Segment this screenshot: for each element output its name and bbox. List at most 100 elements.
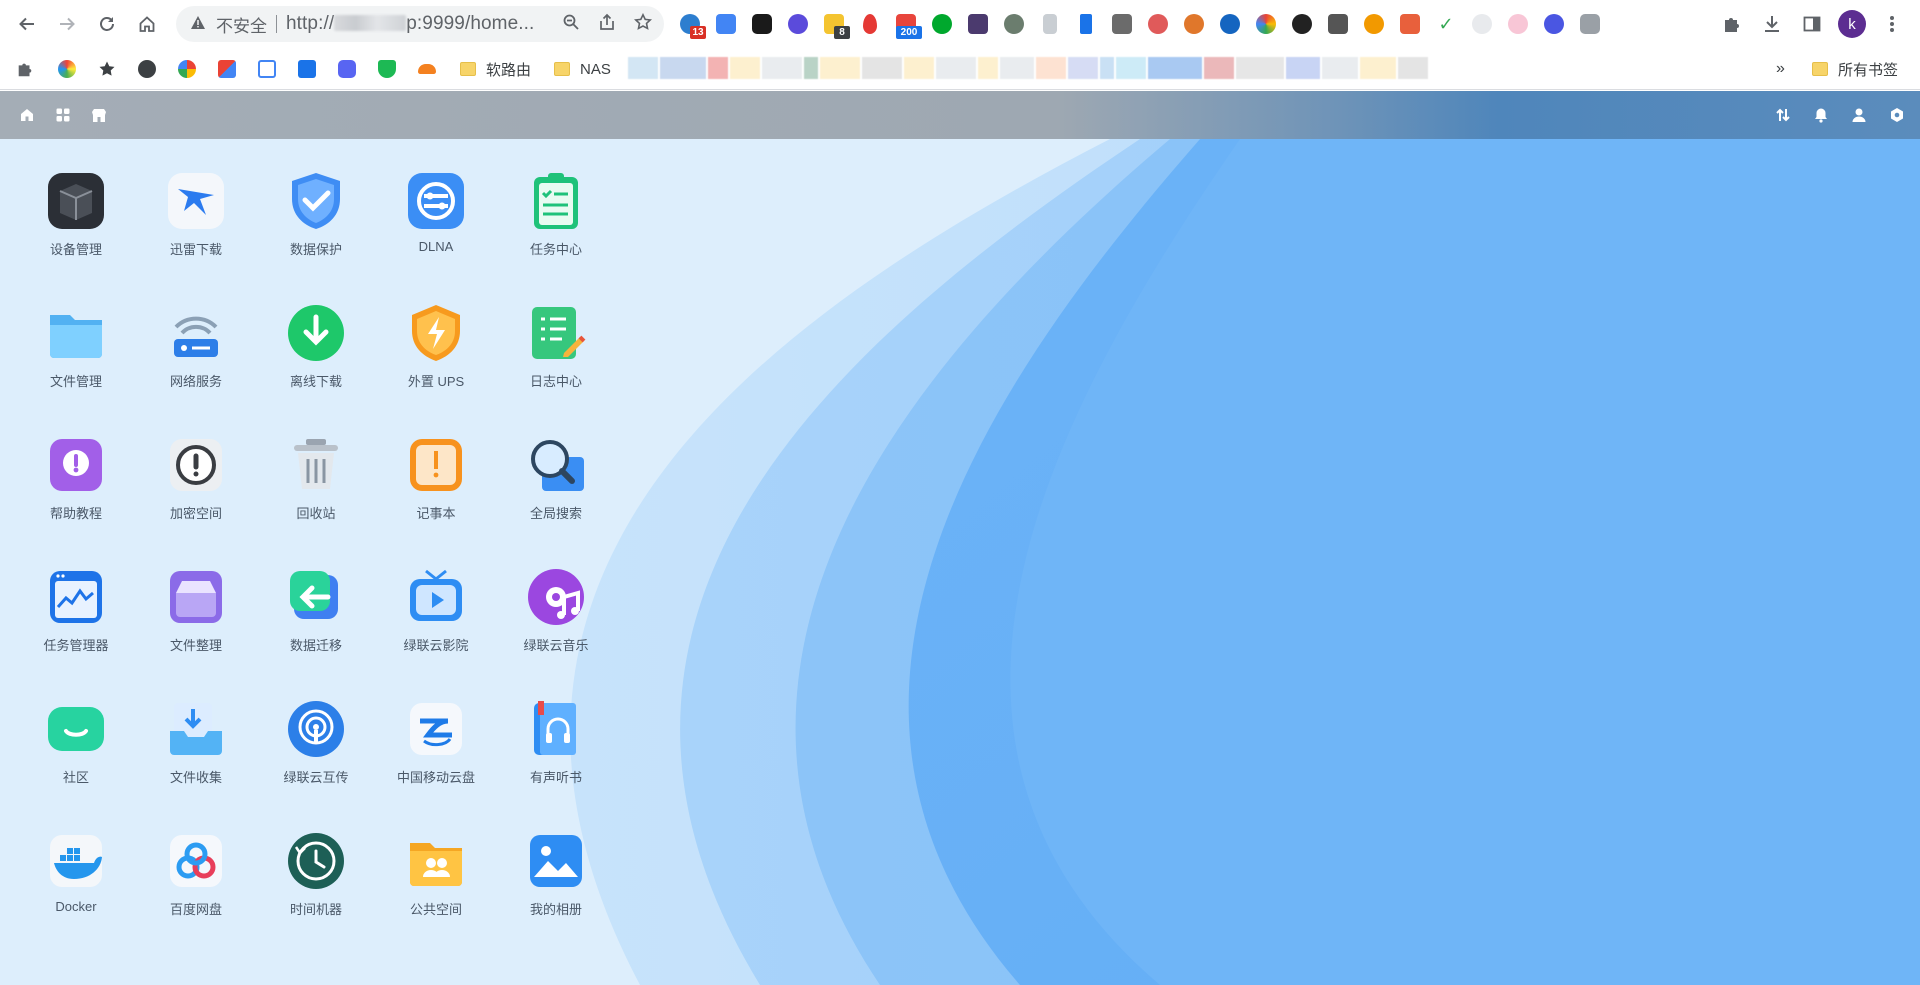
gmail-icon[interactable] [218, 57, 236, 81]
app-label[interactable]: 网络服务 [170, 371, 222, 390]
app-label[interactable]: 设备管理 [50, 239, 102, 258]
app-label[interactable]: 日志中心 [530, 371, 582, 390]
extension-icon[interactable] [1248, 9, 1284, 39]
app-community[interactable]: 社区 [18, 667, 134, 787]
app-label[interactable]: 帮助教程 [50, 503, 102, 522]
app-label[interactable]: Docker [55, 899, 96, 914]
extension-icon[interactable] [1068, 9, 1104, 39]
extension-icon[interactable] [1356, 9, 1392, 39]
extension-icon[interactable] [1140, 9, 1176, 39]
app-label[interactable]: 公共空间 [410, 899, 462, 918]
dlna-icon[interactable] [404, 169, 468, 233]
app-label[interactable]: 文件整理 [170, 635, 222, 654]
back-icon[interactable] [14, 11, 40, 37]
app-log[interactable]: 日志中心 [498, 271, 614, 391]
profile-avatar[interactable]: k [1838, 10, 1866, 38]
bookmark-chat-icon[interactable] [338, 57, 356, 81]
data-protection-icon[interactable] [284, 169, 348, 233]
apps-puzzle-icon[interactable] [16, 57, 34, 81]
xunlei-download-icon[interactable] [164, 169, 228, 233]
app-label[interactable]: 中国移动云盘 [397, 767, 475, 786]
home-icon[interactable] [14, 102, 40, 128]
public-space-icon[interactable] [404, 829, 468, 893]
download-icon[interactable] [1760, 12, 1784, 36]
warning-icon[interactable] [190, 15, 206, 33]
bookmark-rainbow-icon[interactable] [58, 57, 76, 81]
app-label[interactable]: 社区 [63, 767, 89, 786]
extension-icon[interactable] [1320, 9, 1356, 39]
app-task[interactable]: 任务中心 [498, 139, 614, 259]
app-label[interactable]: 全局搜索 [530, 503, 582, 522]
extension-icon[interactable]: 13 [672, 9, 708, 39]
app-baidu[interactable]: 百度网盘 [138, 799, 254, 919]
file-organizer-icon[interactable] [164, 565, 228, 629]
device-manager-icon[interactable] [44, 169, 108, 233]
extension-icon[interactable] [1284, 9, 1320, 39]
app-label[interactable]: 绿联云互传 [283, 767, 348, 786]
app-taskmgr[interactable]: 任务管理器 [18, 535, 134, 655]
app-label[interactable]: 文件收集 [170, 767, 222, 786]
extension-icon[interactable] [1464, 9, 1500, 39]
extension-icon[interactable] [1536, 9, 1572, 39]
app-label[interactable]: 数据迁移 [290, 635, 342, 654]
app-label[interactable]: 回收站 [296, 503, 335, 522]
extension-icon[interactable] [744, 9, 780, 39]
app-offline[interactable]: 离线下载 [258, 271, 374, 391]
home-icon[interactable] [134, 11, 160, 37]
calendar-icon[interactable]: 200 [888, 9, 924, 39]
file-collection-icon[interactable] [164, 697, 228, 761]
side-panel-icon[interactable] [1800, 12, 1824, 36]
docker-icon[interactable] [44, 829, 108, 893]
data-migration-icon[interactable] [284, 565, 348, 629]
help-tutorial-icon[interactable] [44, 433, 108, 497]
extension-icon[interactable] [1500, 9, 1536, 39]
transfer-icon[interactable] [1770, 102, 1796, 128]
extension-icon[interactable] [1032, 9, 1068, 39]
file-transfer-icon[interactable] [284, 697, 348, 761]
translate-icon[interactable] [708, 9, 744, 39]
bookmark-grid-icon[interactable] [258, 57, 276, 81]
app-protect[interactable]: 数据保护 [258, 139, 374, 259]
app-help[interactable]: 帮助教程 [18, 403, 134, 523]
photo-album-icon[interactable] [524, 829, 588, 893]
music-icon[interactable] [524, 565, 588, 629]
baidu-netdisk-icon[interactable] [164, 829, 228, 893]
app-label[interactable]: DLNA [419, 239, 454, 254]
app-grid-icon[interactable] [50, 102, 76, 128]
bookmark-shield-icon[interactable] [378, 57, 396, 81]
bookmark-star-icon[interactable] [98, 57, 116, 81]
log-center-icon[interactable] [524, 301, 588, 365]
app-label[interactable]: 绿联云影院 [403, 635, 468, 654]
app-label[interactable]: 记事本 [416, 503, 455, 522]
extension-icon[interactable] [1104, 9, 1140, 39]
security-label[interactable]: 不安全 [216, 12, 267, 37]
app-label[interactable]: 绿联云音乐 [523, 635, 588, 654]
extension-icon[interactable]: 8 [816, 9, 852, 39]
task-manager-icon[interactable] [44, 565, 108, 629]
zoom-icon[interactable] [562, 13, 580, 36]
app-label[interactable]: 时间机器 [290, 899, 342, 918]
bookmark-cloud-icon[interactable] [418, 57, 436, 81]
global-search-icon[interactable] [524, 433, 588, 497]
url-text[interactable]: http://p:9999/home... [286, 13, 534, 35]
ups-icon[interactable] [404, 301, 468, 365]
forward-icon[interactable] [54, 11, 80, 37]
file-manager-icon[interactable] [44, 301, 108, 365]
app-device[interactable]: 设备管理 [18, 139, 134, 259]
app-album[interactable]: 我的相册 [498, 799, 614, 919]
app-label[interactable]: 有声听书 [530, 767, 582, 786]
extension-icon[interactable] [996, 9, 1032, 39]
app-dlna[interactable]: DLNA [378, 139, 494, 259]
app-label[interactable]: 加密空间 [170, 503, 222, 522]
bookmark-folder-all[interactable]: 所有书签 [1812, 57, 1898, 81]
app-label[interactable]: 迅雷下载 [170, 239, 222, 258]
bookmark-circle-icon[interactable] [138, 57, 156, 81]
app-cmcloud[interactable]: 中国移动云盘 [378, 667, 494, 787]
app-label[interactable]: 任务中心 [530, 239, 582, 258]
app-label[interactable]: 百度网盘 [170, 899, 222, 918]
recycle-bin-icon[interactable] [284, 433, 348, 497]
app-docker[interactable]: Docker [18, 799, 134, 919]
app-encrypt[interactable]: 加密空间 [138, 403, 254, 523]
bookmark-folder-nas[interactable]: NAS [554, 57, 611, 81]
app-ups[interactable]: 外置 UPS [378, 271, 494, 391]
